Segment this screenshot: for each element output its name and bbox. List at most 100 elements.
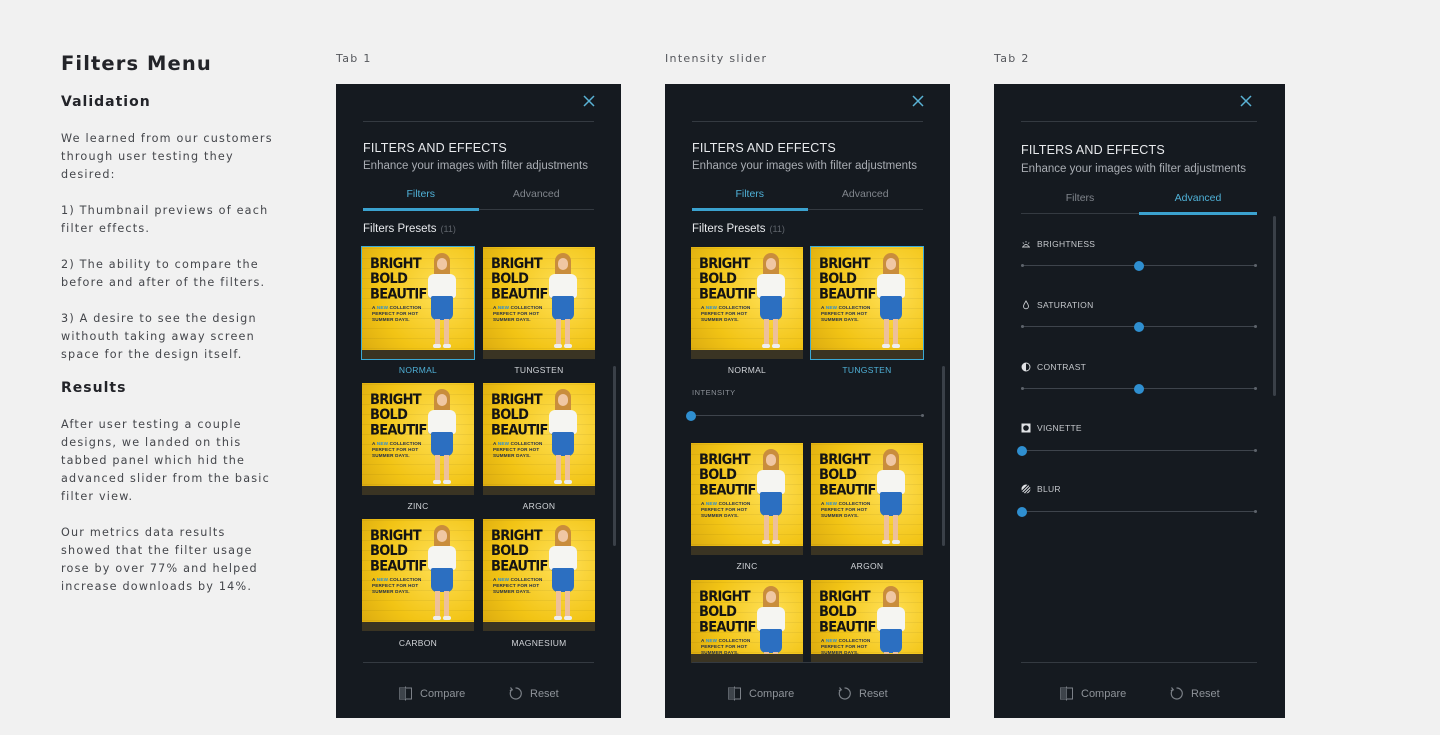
close-icon[interactable] — [582, 94, 596, 108]
tab-advanced[interactable]: Advanced — [479, 182, 595, 209]
blur-label: BLUR — [1021, 484, 1061, 494]
compare-button[interactable]: Compare — [398, 686, 465, 701]
tab-filters[interactable]: Filters — [692, 182, 808, 211]
blur-slider[interactable] — [1017, 507, 1257, 517]
thumb-tagline-collection: COLLECTION — [389, 441, 422, 446]
thumb-tagline: A NEW COLLECTION PERFECT FOR HOT SUMMER … — [821, 501, 871, 519]
panel-footer: Compare Reset — [665, 686, 950, 704]
thumb-tagline-a: A — [493, 305, 497, 310]
scrollbar[interactable] — [613, 366, 616, 546]
close-icon[interactable] — [911, 94, 925, 108]
thumb-tagline-new: NEW — [497, 441, 510, 446]
validation-point-3: 3) A desire to see the design withouth t… — [61, 312, 257, 361]
panel-subtitle: Enhance your images with filter adjustme… — [1021, 163, 1246, 175]
thumb-tagline-new: NEW — [825, 305, 838, 310]
compare-label: Compare — [749, 687, 795, 700]
thumb-tagline-line-3: SUMMER DAYS. — [821, 513, 859, 518]
thumb-model-figure — [753, 586, 793, 663]
filters-panel-tab-2: FILTERS AND EFFECTS Enhance your images … — [994, 84, 1285, 718]
filter-thumb-argon[interactable]: BRIGHT BOLD BEAUTIFUL A NEW COLLECTION P… — [811, 443, 923, 555]
slider-knob[interactable] — [1017, 507, 1027, 517]
filter-thumb-carbon[interactable]: BRIGHT BOLD BEAUTIFUL A NEW COLLECTION P… — [362, 519, 474, 631]
filter-thumb-normal[interactable]: BRIGHT BOLD BEAUTIFUL A NEW COLLECTION P… — [691, 247, 803, 359]
thumb-tagline-line-3: SUMMER DAYS. — [821, 317, 859, 322]
divider — [363, 121, 594, 122]
presets-heading: Filters Presets (11) — [692, 223, 785, 235]
thumb-tagline-collection: COLLECTION — [510, 577, 543, 582]
filter-label-normal: NORMAL — [727, 365, 767, 375]
slider-knob[interactable] — [1134, 322, 1144, 332]
slider-knob[interactable] — [1017, 446, 1027, 456]
divider — [363, 662, 594, 663]
thumb-tagline-new: NEW — [825, 501, 838, 506]
thumb-tagline: A NEW COLLECTION PERFECT FOR HOT SUMMER … — [493, 577, 543, 595]
reset-button[interactable]: Reset — [1169, 686, 1220, 701]
filter-thumb-zinc[interactable]: BRIGHT BOLD BEAUTIFUL A NEW COLLECTION P… — [362, 383, 474, 495]
scrollbar[interactable] — [1273, 216, 1276, 396]
thumb-tagline: A NEW COLLECTION PERFECT FOR HOT SUMMER … — [701, 305, 751, 323]
filter-thumb-magnesium[interactable]: BRIGHT BOLD BEAUTIFUL A NEW COLLECTION P… — [483, 519, 595, 631]
thumb-tagline-line-3: SUMMER DAYS. — [701, 317, 739, 322]
filter-thumb-tungsten[interactable]: BRIGHT BOLD BEAUTIFUL A NEW COLLECTION P… — [810, 246, 924, 360]
compare-label: Compare — [1081, 687, 1127, 700]
droplet-icon — [1023, 300, 1029, 310]
thumb-tagline-line-3: SUMMER DAYS. — [372, 589, 410, 594]
scrollbar[interactable] — [942, 366, 945, 546]
slider-knob[interactable] — [1134, 261, 1144, 271]
thumb-tagline-a: A — [493, 577, 497, 582]
tab-advanced[interactable]: Advanced — [1139, 186, 1257, 215]
thumb-model-figure — [753, 449, 793, 549]
filter-label-argon: ARGON — [850, 561, 884, 571]
thumb-floor — [811, 350, 923, 359]
filter-label-argon: ARGON — [522, 501, 556, 511]
panel-tabs: Filters Advanced — [1021, 186, 1257, 215]
thumb-tagline-new: NEW — [705, 305, 718, 310]
brightness-icon — [1022, 241, 1030, 248]
thumb-tagline: A NEW COLLECTION PERFECT FOR HOT SUMMER … — [372, 577, 422, 595]
tab-filters[interactable]: Filters — [1021, 186, 1139, 213]
compare-label: Compare — [420, 687, 466, 700]
panel-title: FILTERS AND EFFECTS — [692, 141, 836, 155]
presets-heading: Filters Presets (11) — [363, 223, 456, 235]
thumb-tagline-a: A — [701, 501, 705, 506]
reset-label: Reset — [859, 687, 888, 700]
thumb-model-figure — [873, 449, 913, 549]
thumb-tagline-collection: COLLECTION — [718, 305, 751, 310]
thumb-tagline-a: A — [372, 305, 376, 310]
slider-knob[interactable] — [686, 411, 696, 421]
tab-advanced[interactable]: Advanced — [808, 182, 924, 209]
thumb-tagline-new: NEW — [497, 577, 510, 582]
saturation-slider[interactable] — [1021, 322, 1257, 332]
thumb-floor — [362, 622, 474, 631]
filter-thumb-tungsten[interactable]: BRIGHT BOLD BEAUTIFUL A NEW COLLECTION P… — [483, 247, 595, 359]
filter-label-carbon: CARBON — [398, 638, 438, 648]
filter-thumb-zinc[interactable]: BRIGHT BOLD BEAUTIFUL A NEW COLLECTION P… — [691, 443, 803, 555]
filter-thumb-argon[interactable]: BRIGHT BOLD BEAUTIFUL A NEW COLLECTION P… — [483, 383, 595, 495]
slider-knob[interactable] — [1134, 384, 1144, 394]
tab-filters[interactable]: Filters — [363, 182, 479, 211]
reset-button[interactable]: Reset — [508, 686, 559, 701]
results-paragraph-1: After user testing a couple designs, we … — [61, 418, 270, 503]
close-icon[interactable] — [1239, 94, 1253, 108]
compare-button[interactable]: Compare — [727, 686, 794, 701]
reset-button[interactable]: Reset — [837, 686, 888, 701]
vignette-slider[interactable] — [1017, 446, 1257, 456]
filter-thumb-carbon[interactable]: BRIGHT BOLD BEAUTIFUL A NEW COLLECTION P… — [691, 580, 803, 663]
thumb-model-figure — [873, 586, 913, 663]
intensity-slider[interactable] — [686, 411, 924, 421]
brightness-slider[interactable] — [1021, 261, 1257, 271]
contrast-slider[interactable] — [1021, 384, 1257, 394]
caption-tab-1: Tab 1 — [336, 52, 372, 65]
thumb-model-figure — [873, 253, 913, 353]
divider — [1021, 662, 1257, 663]
thumb-tagline-line-3: SUMMER DAYS. — [493, 453, 531, 458]
divider — [692, 662, 923, 663]
thumb-tagline-collection: COLLECTION — [718, 501, 751, 506]
thumb-floor — [691, 546, 803, 555]
caption-tab-2: Tab 2 — [994, 52, 1030, 65]
thumb-tagline: A NEW COLLECTION PERFECT FOR HOT SUMMER … — [701, 501, 751, 519]
filter-thumb-normal[interactable]: BRIGHT BOLD BEAUTIFUL A NEW COLLECTION P… — [361, 246, 475, 360]
compare-button[interactable]: Compare — [1059, 686, 1126, 701]
thumb-floor — [691, 350, 803, 359]
filter-thumb-magnesium[interactable]: BRIGHT BOLD BEAUTIFUL A NEW COLLECTION P… — [811, 580, 923, 663]
